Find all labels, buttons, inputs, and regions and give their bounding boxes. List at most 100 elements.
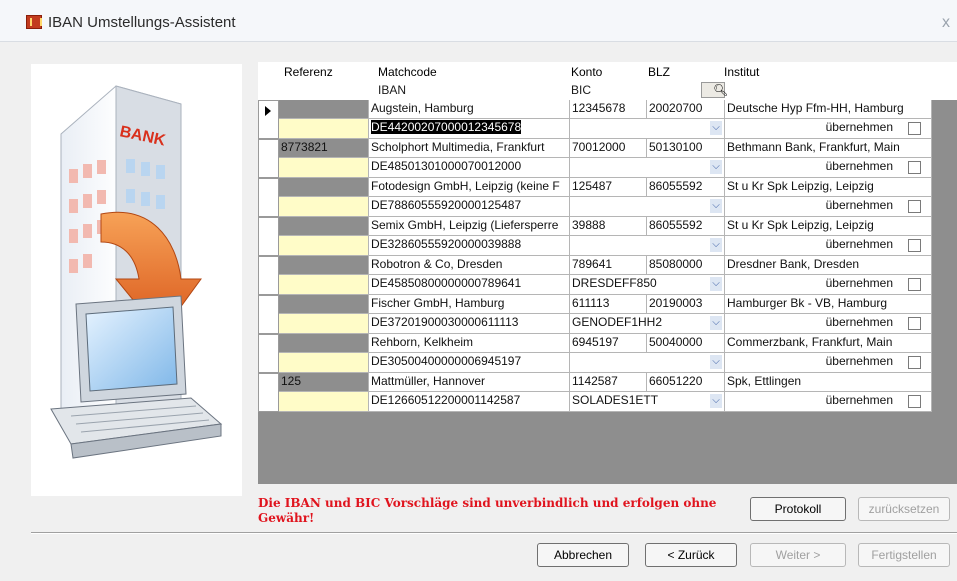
bic-combobox[interactable]: DRESDEFF850 ⌵ — [570, 275, 725, 295]
iban-value: DE48501301000070012000 — [371, 159, 522, 173]
row-selector[interactable] — [258, 178, 279, 217]
chevron-down-icon[interactable]: ⌵ — [710, 277, 722, 291]
bic-combobox[interactable]: ⌵ — [570, 353, 725, 373]
matchcode-cell[interactable]: Fischer GmbH, Hamburg — [369, 295, 570, 314]
row-selector[interactable] — [258, 334, 279, 373]
matchcode-cell[interactable]: Semix GmbH, Leipzig (Liefersperre — [369, 217, 570, 236]
uebernehmen-checkbox[interactable] — [908, 356, 921, 369]
konto-cell[interactable]: 39888 — [570, 217, 647, 236]
referenz-cell[interactable] — [279, 295, 369, 314]
table-row[interactable]: Semix GmbH, Leipzig (Liefersperre 39888 86… — [258, 217, 957, 256]
uebernehmen-checkbox[interactable] — [908, 122, 921, 135]
blz-cell[interactable]: 50040000 — [647, 334, 725, 353]
institut-cell[interactable]: St u Kr Spk Leipzig, Leipzig — [725, 217, 932, 236]
iban-cell[interactable]: DE44200207000012345678 — [369, 119, 570, 139]
uebernehmen-checkbox[interactable] — [908, 278, 921, 291]
referenz-cell[interactable] — [279, 100, 369, 119]
iban-cell[interactable]: DE12660512200001142587 — [369, 392, 570, 412]
row-selector[interactable] — [258, 373, 279, 412]
blz-cell[interactable]: 86055592 — [647, 217, 725, 236]
reset-button[interactable]: zurücksetzen — [858, 497, 950, 521]
chevron-down-icon[interactable]: ⌵ — [710, 316, 722, 330]
chevron-down-icon[interactable]: ⌵ — [710, 394, 722, 408]
institut-cell[interactable]: Bethmann Bank, Frankfurt, Main — [725, 139, 932, 158]
referenz-cell[interactable]: 8773821 — [279, 139, 369, 158]
matchcode-cell[interactable]: Rehborn, Kelkheim — [369, 334, 570, 353]
bic-combobox[interactable]: ⌵ — [570, 158, 725, 178]
bic-combobox[interactable]: GENODEF1HH2 ⌵ — [570, 314, 725, 334]
referenz-cell[interactable] — [279, 178, 369, 197]
iban-cell[interactable]: DE32860555920000039888 — [369, 236, 570, 256]
iban-cell[interactable]: DE78860555920000125487 — [369, 197, 570, 217]
blz-cell[interactable]: 66051220 — [647, 373, 725, 392]
institut-cell[interactable]: Deutsche Hyp Ffm-HH, Hamburg — [725, 100, 932, 119]
uebernehmen-checkbox[interactable] — [908, 200, 921, 213]
bic-combobox[interactable]: ⌵ — [570, 119, 725, 139]
blz-cell[interactable]: 20020700 — [647, 100, 725, 119]
table-row[interactable]: Robotron & Co, Dresden 789641 85080000 Dres… — [258, 256, 957, 295]
row-selector[interactable] — [258, 217, 279, 256]
konto-cell[interactable]: 789641 — [570, 256, 647, 275]
bic-value: DRESDEFF850 — [572, 276, 657, 290]
institut-cell[interactable]: Hamburger Bk - VB, Hamburg — [725, 295, 932, 314]
row-selector[interactable] — [258, 256, 279, 295]
institut-cell[interactable]: Spk, Ettlingen — [725, 373, 932, 392]
cancel-button[interactable]: Abbrechen — [537, 543, 629, 567]
blz-cell[interactable]: 20190003 — [647, 295, 725, 314]
iban-cell[interactable]: DE37201900030000611113 — [369, 314, 570, 334]
referenz-cell[interactable]: 125 — [279, 373, 369, 392]
konto-cell[interactable]: 1142587 — [570, 373, 647, 392]
institut-cell[interactable]: Dresdner Bank, Dresden — [725, 256, 932, 275]
institut-cell[interactable]: St u Kr Spk Leipzig, Leipzig — [725, 178, 932, 197]
matchcode-cell[interactable]: Scholphort Multimedia, Frankfurt — [369, 139, 570, 158]
uebernehmen-cell: übernehmen — [725, 392, 932, 412]
table-row[interactable]: Fischer GmbH, Hamburg 611113 20190003 Hambu… — [258, 295, 957, 334]
iban-cell[interactable]: DE45850800000000789641 — [369, 275, 570, 295]
close-icon[interactable]: x — [942, 14, 950, 32]
blz-cell[interactable]: 86055592 — [647, 178, 725, 197]
konto-cell[interactable]: 12345678 — [570, 100, 647, 119]
konto-cell[interactable]: 70012000 — [570, 139, 647, 158]
konto-cell[interactable]: 611113 — [570, 295, 647, 314]
protokoll-button[interactable]: Protokoll — [750, 497, 846, 521]
table-row[interactable]: Fotodesign GmbH, Leipzig (keine F 125487 8… — [258, 178, 957, 217]
chevron-down-icon[interactable]: ⌵ — [710, 238, 722, 252]
referenz-cell[interactable] — [279, 217, 369, 236]
blz-cell[interactable]: 50130100 — [647, 139, 725, 158]
next-button[interactable]: Weiter > — [750, 543, 846, 567]
matchcode-cell[interactable]: Mattmüller, Hannover — [369, 373, 570, 392]
bic-combobox[interactable]: SOLADES1ETT ⌵ — [570, 392, 725, 412]
chevron-down-icon[interactable]: ⌵ — [710, 355, 722, 369]
uebernehmen-checkbox[interactable] — [908, 161, 921, 174]
chevron-down-icon[interactable]: ⌵ — [710, 199, 722, 213]
lookup-button[interactable]: 🔍︎ — [701, 82, 728, 98]
matchcode-cell[interactable]: Augstein, Hamburg — [369, 100, 570, 119]
uebernehmen-checkbox[interactable] — [908, 239, 921, 252]
table-row[interactable]: 8773821 Scholphort Multimedia, Frankfurt 7… — [258, 139, 957, 178]
back-button[interactable]: < Zurück — [645, 543, 737, 567]
matchcode-cell[interactable]: Fotodesign GmbH, Leipzig (keine F — [369, 178, 570, 197]
row-selector[interactable] — [258, 100, 279, 139]
institut-cell[interactable]: Commerzbank, Frankfurt, Main — [725, 334, 932, 353]
uebernehmen-checkbox[interactable] — [908, 395, 921, 408]
table-row[interactable]: 125 Mattmüller, Hannover 1142587 66051220 Sp… — [258, 373, 957, 412]
referenz-cell[interactable] — [279, 256, 369, 275]
row-selector[interactable] — [258, 295, 279, 334]
blz-cell[interactable]: 85080000 — [647, 256, 725, 275]
row-selector[interactable] — [258, 139, 279, 178]
bic-combobox[interactable]: ⌵ — [570, 236, 725, 256]
chevron-down-icon[interactable]: ⌵ — [710, 160, 722, 174]
chevron-down-icon[interactable]: ⌵ — [710, 121, 722, 135]
iban-cell[interactable]: DE30500400000006945197 — [369, 353, 570, 373]
uebernehmen-checkbox[interactable] — [908, 317, 921, 330]
referenz-cell[interactable] — [279, 334, 369, 353]
konto-cell[interactable]: 125487 — [570, 178, 647, 197]
matchcode-cell[interactable]: Robotron & Co, Dresden — [369, 256, 570, 275]
uebernehmen-label: übernehmen — [825, 198, 893, 212]
bic-combobox[interactable]: ⌵ — [570, 197, 725, 217]
finish-button[interactable]: Fertigstellen — [858, 543, 950, 567]
table-row[interactable]: Rehborn, Kelkheim 6945197 50040000 Commerzb… — [258, 334, 957, 373]
table-row[interactable]: Augstein, Hamburg 12345678 20020700 Deutsch… — [258, 100, 957, 139]
iban-cell[interactable]: DE48501301000070012000 — [369, 158, 570, 178]
konto-cell[interactable]: 6945197 — [570, 334, 647, 353]
